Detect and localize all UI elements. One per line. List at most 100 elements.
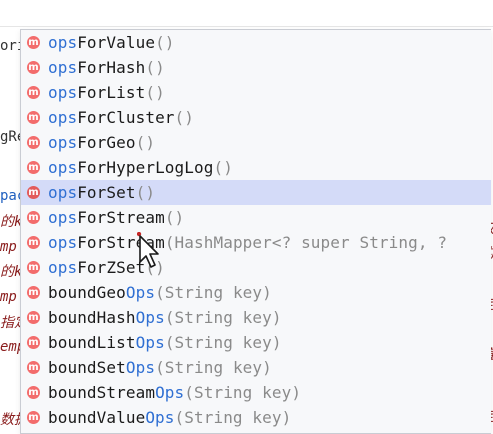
editor-top-area [0, 0, 493, 27]
method-params: () [174, 107, 194, 127]
code-fragment: mp [0, 289, 17, 305]
method-name: ForSet [77, 182, 136, 202]
completion-item[interactable]: m opsForStream(HashMapper<? super String,… [21, 230, 491, 255]
completion-item[interactable]: m opsForZSet() [21, 255, 491, 280]
code-fragment: 数据 [0, 412, 20, 428]
match-highlight: ops [48, 257, 78, 277]
method-name: boundSet [48, 357, 126, 377]
method-params: (String key) [155, 357, 272, 377]
method-icon: m [27, 411, 40, 424]
match-highlight: ops [48, 107, 78, 127]
match-highlight: Ops [145, 407, 175, 427]
match-highlight: Ops [135, 332, 165, 352]
method-name: boundGeo [48, 282, 126, 302]
code-fragment: emp [0, 339, 20, 355]
method-name: ForStream [77, 207, 165, 227]
code-fragment: 的k [0, 214, 20, 230]
method-icon: m [27, 211, 40, 224]
completion-item[interactable]: m boundListOps(String key) [21, 330, 491, 355]
completion-item[interactable]: m opsForGeo() [21, 130, 491, 155]
method-params: (String key) [184, 382, 302, 402]
mouse-pointer-icon [137, 232, 159, 268]
completion-item-text: opsForSet() [48, 183, 155, 203]
match-highlight: ops [48, 182, 78, 202]
method-name: boundValue [48, 407, 146, 427]
completion-item[interactable]: m opsForCluster() [21, 105, 491, 130]
completion-item-text: boundSetOps(String key) [48, 358, 272, 378]
code-fragment: mp [0, 239, 17, 255]
method-icon: m [27, 361, 40, 374]
code-fragment: ori [0, 38, 20, 54]
code-completion-popup[interactable]: m opsForValue() m opsForHash() m opsForList()… [20, 29, 491, 434]
method-icon: m [27, 236, 40, 249]
method-icon: m [27, 186, 40, 199]
method-params: () [135, 182, 156, 202]
method-params: (String key) [155, 282, 272, 302]
method-params: () [213, 157, 233, 177]
completion-item-text: boundGeoOps(String key) [48, 283, 272, 303]
method-name: ForList [77, 82, 146, 102]
method-name: boundList [48, 332, 136, 352]
code-fragment: 的k [0, 264, 20, 280]
completion-item[interactable]: m opsForStream() [21, 205, 491, 230]
method-icon: m [27, 86, 40, 99]
completion-item-text: opsForCluster() [48, 108, 194, 128]
method-params: (String key) [164, 307, 282, 327]
completion-item-text: opsForHyperLogLog() [48, 158, 233, 178]
completion-item[interactable]: m opsForHash() [21, 55, 491, 80]
method-params: (String key) [174, 407, 292, 427]
method-name: ForZSet [77, 257, 146, 277]
completion-item-text: boundHashOps(String key) [48, 308, 282, 328]
completion-item[interactable]: m boundGeoOps(String key) [21, 280, 491, 305]
match-highlight: ops [48, 82, 78, 102]
completion-item[interactable]: m opsForHyperLogLog() [21, 155, 491, 180]
completion-item[interactable]: m opsForSet() [21, 180, 491, 205]
method-icon: m [27, 261, 40, 274]
method-icon: m [27, 286, 40, 299]
method-name: boundStream [48, 382, 156, 402]
completion-item[interactable]: m opsForList() [21, 80, 491, 105]
completion-item-text: opsForHash() [48, 58, 165, 78]
method-params: () [155, 32, 175, 52]
method-icon: m [27, 61, 40, 74]
method-params: (HashMapper<? super String, ? [164, 232, 448, 252]
method-name: ForHash [77, 57, 146, 77]
match-highlight: ops [48, 132, 78, 152]
completion-item[interactable]: m boundValueOps(String key) [21, 405, 491, 430]
completion-item-text: opsForGeo() [48, 133, 155, 153]
match-highlight: Ops [135, 307, 165, 327]
completion-item[interactable]: m opsForValue() [21, 30, 491, 55]
method-icon: m [27, 386, 40, 399]
match-highlight: Ops [125, 282, 156, 302]
method-params: (String key) [164, 332, 282, 352]
method-params: () [164, 207, 185, 227]
match-highlight: ops [48, 32, 78, 52]
match-highlight: Ops [155, 382, 185, 402]
completion-item-text: opsForStream(HashMapper<? super String, … [48, 233, 447, 253]
method-icon: m [27, 311, 40, 324]
match-highlight: ops [48, 157, 78, 177]
method-params: () [135, 132, 156, 152]
match-highlight: ops [48, 57, 78, 77]
completion-item-text: opsForValue() [48, 33, 175, 53]
code-fragment: pac [0, 188, 20, 204]
method-icon: m [27, 36, 40, 49]
match-highlight: Ops [125, 357, 156, 377]
completion-item[interactable]: m boundHashOps(String key) [21, 305, 491, 330]
method-icon: m [27, 336, 40, 349]
match-highlight: ops [48, 232, 78, 252]
method-params: () [145, 82, 165, 102]
method-name: boundHash [48, 307, 136, 327]
completion-item-text: opsForStream() [48, 208, 184, 228]
code-fragment: gRe [0, 129, 20, 145]
method-name: ForHyperLogLog [77, 157, 214, 177]
completion-item[interactable]: m boundSetOps(String key) [21, 355, 491, 380]
method-name: ForValue [77, 32, 156, 52]
completion-item-text: boundStreamOps(String key) [48, 383, 301, 403]
method-name: ForGeo [77, 132, 136, 152]
code-fragment: 指定 [0, 315, 20, 331]
completion-item[interactable]: m boundStreamOps(String key) [21, 380, 491, 405]
method-params: () [145, 57, 165, 77]
completion-item-text: boundListOps(String key) [48, 333, 282, 353]
method-icon: m [27, 111, 40, 124]
